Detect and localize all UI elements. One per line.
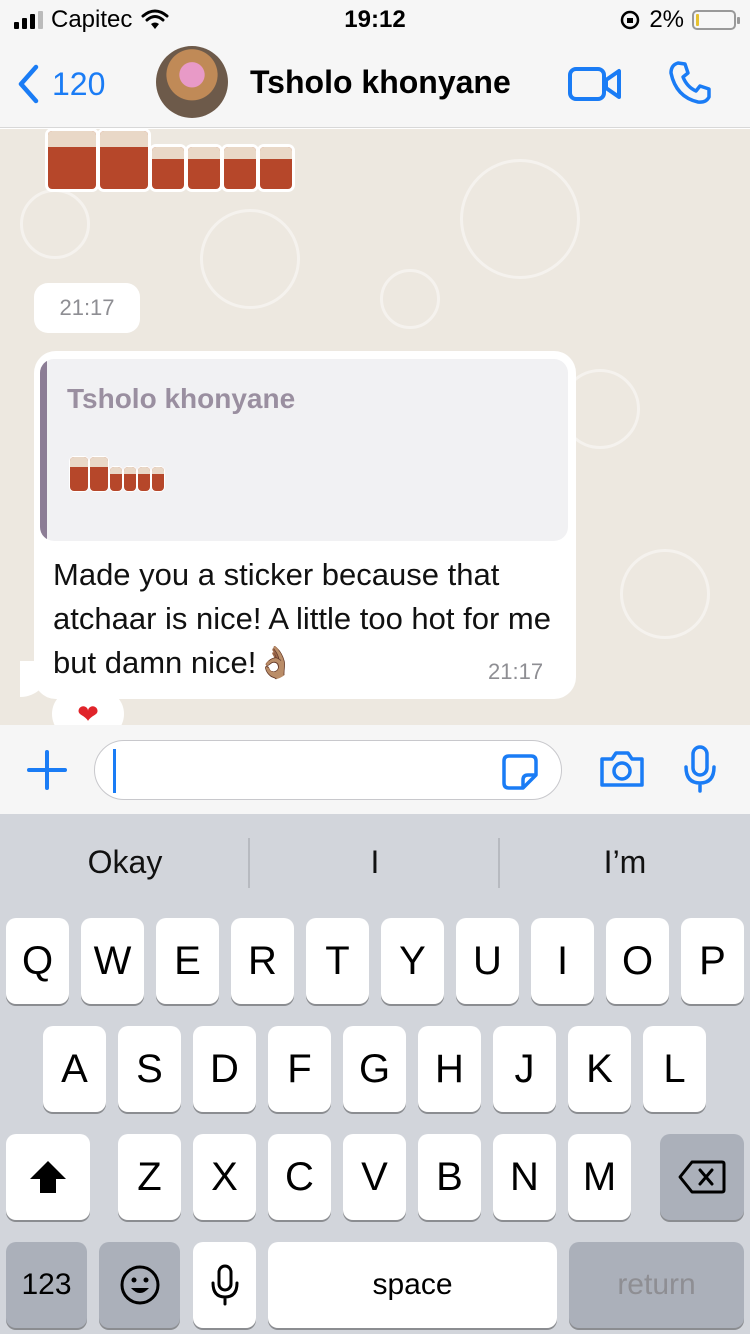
camera-icon[interactable] (598, 749, 646, 789)
suggestion-item[interactable]: I (250, 844, 500, 881)
shift-icon (30, 1161, 66, 1193)
battery-percent: 2% (649, 6, 684, 33)
dictation-key[interactable] (193, 1242, 256, 1328)
return-key[interactable]: return (569, 1242, 744, 1328)
key-k[interactable]: K (568, 1026, 631, 1112)
key-p[interactable]: P (681, 918, 744, 1004)
text-caret (113, 749, 116, 793)
emoji-key[interactable] (99, 1242, 180, 1328)
message-input-bar (0, 725, 750, 814)
timestamp-chip: 21:17 (34, 283, 140, 333)
key-t[interactable]: T (306, 918, 369, 1004)
key-q[interactable]: Q (6, 918, 69, 1004)
delete-key[interactable] (660, 1134, 744, 1220)
key-o[interactable]: O (606, 918, 669, 1004)
key-i[interactable]: I (531, 918, 594, 1004)
key-x[interactable]: X (193, 1134, 256, 1220)
suggestion-item[interactable]: Okay (0, 844, 250, 881)
sticker-image[interactable] (48, 129, 292, 189)
key-h[interactable]: H (418, 1026, 481, 1112)
key-z[interactable]: Z (118, 1134, 181, 1220)
wallpaper-doodle (200, 209, 300, 309)
contact-name[interactable]: Tsholo khonyane (250, 64, 511, 101)
chat-area[interactable]: 21:17 Tsholo khonyane Made you a sticker… (0, 129, 750, 725)
key-u[interactable]: U (456, 918, 519, 1004)
key-j[interactable]: J (493, 1026, 556, 1112)
key-r[interactable]: R (231, 918, 294, 1004)
message-input[interactable] (94, 740, 562, 800)
emoji-icon (120, 1265, 159, 1305)
wallpaper-doodle (380, 269, 440, 329)
quoted-sender: Tsholo khonyane (67, 383, 296, 414)
orientation-lock-icon (621, 10, 640, 30)
key-w[interactable]: W (81, 918, 144, 1004)
key-v[interactable]: V (343, 1134, 406, 1220)
heart-icon: ❤ (77, 698, 99, 726)
status-bar: Capitec 19:12 2% (0, 0, 750, 40)
delete-icon (678, 1160, 726, 1194)
microphone-icon[interactable] (682, 745, 718, 793)
space-key[interactable]: space (268, 1242, 557, 1328)
key-d[interactable]: D (193, 1026, 256, 1112)
key-s[interactable]: S (118, 1026, 181, 1112)
suggestion-item[interactable]: I’m (500, 844, 750, 881)
key-b[interactable]: B (418, 1134, 481, 1220)
wallpaper-doodle (620, 549, 710, 639)
heart-reaction[interactable]: ❤ (52, 689, 124, 725)
quote-bar (40, 359, 47, 541)
shift-key[interactable] (6, 1134, 90, 1220)
key-a[interactable]: A (43, 1026, 106, 1112)
message-time: 21:17 (488, 659, 544, 684)
message-text: Made you a sticker because that atchaar … (53, 557, 551, 680)
key-m[interactable]: M (568, 1134, 631, 1220)
keyboard: Okay I I’m Q W E R T Y U I O P A S D F G… (0, 814, 750, 1334)
key-y[interactable]: Y (381, 918, 444, 1004)
sticker-icon[interactable] (501, 753, 539, 791)
key-c[interactable]: C (268, 1134, 331, 1220)
numbers-key[interactable]: 123 (6, 1242, 87, 1328)
video-call-icon[interactable] (568, 66, 622, 102)
phone-icon[interactable] (668, 60, 712, 106)
quoted-sticker-thumbnail (70, 449, 164, 491)
dictation-icon (211, 1264, 238, 1306)
quoted-reply[interactable]: Tsholo khonyane (40, 359, 568, 541)
back-button[interactable]: 120 (16, 64, 105, 104)
wallpaper-doodle (460, 159, 580, 279)
battery-icon (692, 10, 740, 30)
chevron-left-icon (18, 64, 39, 104)
back-count: 120 (52, 65, 106, 102)
key-f[interactable]: F (268, 1026, 331, 1112)
wallpaper-doodle (20, 189, 90, 259)
avatar[interactable] (156, 46, 228, 118)
key-e[interactable]: E (156, 918, 219, 1004)
chat-header: 120 Tsholo khonyane (0, 40, 750, 128)
plus-icon[interactable] (26, 749, 68, 791)
key-g[interactable]: G (343, 1026, 406, 1112)
key-l[interactable]: L (643, 1026, 706, 1112)
key-n[interactable]: N (493, 1134, 556, 1220)
